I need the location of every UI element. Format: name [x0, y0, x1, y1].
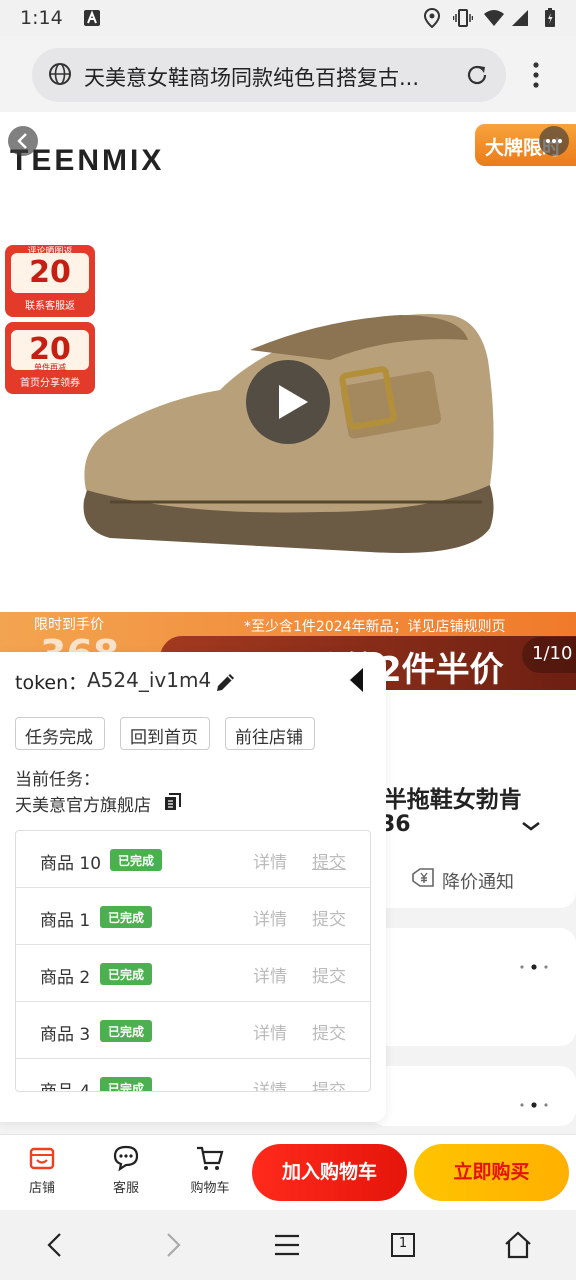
task-detail-link[interactable]: 详情	[253, 1076, 287, 1091]
info-card-2[interactable]	[370, 928, 576, 1046]
edit-icon[interactable]	[214, 670, 238, 694]
forward-icon[interactable]	[158, 1230, 188, 1260]
play-video-button[interactable]	[246, 360, 330, 444]
chevron-left-icon	[17, 133, 27, 149]
task-detail-link[interactable]: 详情	[253, 1019, 287, 1044]
task-name: 商品 3	[40, 1025, 91, 1045]
info-card-3[interactable]	[370, 1066, 576, 1126]
customer-service-button[interactable]: 客服	[94, 1143, 158, 1196]
copy-icon[interactable]	[163, 792, 183, 812]
task-complete-button[interactable]: 任务完成	[15, 717, 105, 750]
task-submit-link[interactable]: 提交	[312, 905, 346, 930]
price-tag-icon	[412, 868, 434, 887]
task-row: 商品 10 已完成 详情 提交	[16, 831, 370, 888]
token-value: A524_iv1m4	[87, 668, 212, 692]
status-time: 1:14	[20, 7, 63, 29]
status-badge: 已完成	[100, 963, 153, 985]
more-icon	[546, 139, 562, 143]
play-icon	[279, 385, 308, 419]
current-task-label: 当前任务：	[15, 770, 100, 790]
coupon1-value: 20	[11, 253, 89, 293]
back-button[interactable]	[8, 126, 38, 156]
wifi-icon	[484, 10, 504, 26]
customer-service-label: 客服	[112, 1181, 139, 1196]
task-list: 商品 10 已完成 详情 提交 商品 1 已完成 详情 提交 商品 2 已完成 …	[15, 830, 371, 1092]
price-drop-notice-label: 降价通知	[442, 872, 514, 893]
menu-icon[interactable]	[272, 1230, 302, 1260]
task-row: 商品 1 已完成 详情 提交	[16, 888, 370, 945]
task-submit-link[interactable]: 提交	[312, 1076, 346, 1091]
more-button[interactable]	[539, 126, 569, 156]
current-shop-name: 天美意官方旗舰店	[15, 796, 151, 816]
task-detail-link[interactable]: 详情	[253, 905, 287, 930]
browser-menu-icon[interactable]	[526, 60, 546, 90]
location-icon	[423, 8, 441, 28]
task-row: 商品 4 已完成 详情 提交	[16, 1059, 370, 1092]
back-icon[interactable]	[40, 1230, 70, 1260]
more-icon[interactable]	[519, 1100, 549, 1110]
token-task-panel: token： A524_iv1m4 任务完成 回到首页 前往店铺 当前任务： 天…	[0, 652, 386, 1122]
task-name: 商品 1	[40, 911, 91, 931]
app-notification-icon	[84, 10, 100, 26]
status-badge: 已完成	[110, 849, 163, 871]
chat-icon	[113, 1145, 139, 1172]
task-submit-link[interactable]: 提交	[312, 962, 346, 987]
add-to-cart-button[interactable]: 加入购物车	[252, 1144, 407, 1201]
task-detail-link[interactable]: 详情	[253, 848, 287, 873]
buy-now-button[interactable]: 立即购买	[414, 1144, 569, 1201]
cart-label: 购物车	[190, 1181, 230, 1196]
reload-icon[interactable]	[464, 62, 490, 88]
back-home-button[interactable]: 回到首页	[120, 717, 210, 750]
task-submit-link[interactable]: 提交	[312, 1019, 346, 1044]
home-icon[interactable]	[503, 1230, 533, 1260]
app-root: 1:14 天美意女鞋商场同款纯色百搭复古... TEENMIX 大牌限时 评论晒…	[0, 0, 576, 1280]
url-bar[interactable]: 天美意女鞋商场同款纯色百搭复古...	[32, 48, 506, 102]
collapse-panel-icon[interactable]	[348, 666, 364, 694]
go-to-shop-button[interactable]: 前往店铺	[225, 717, 315, 750]
task-name: 商品 4	[40, 1082, 91, 1092]
url-text[interactable]: 天美意女鞋商场同款纯色百搭复古...	[84, 62, 454, 92]
chevron-down-icon[interactable]	[520, 818, 542, 834]
shop-label: 店铺	[28, 1181, 55, 1196]
status-badge: 已完成	[100, 906, 153, 928]
status-bar: 1:14	[0, 0, 576, 36]
tabs-button[interactable]: 1	[388, 1230, 418, 1260]
token-label: token：	[15, 672, 88, 694]
battery-icon	[545, 8, 555, 27]
task-row: 商品 3 已完成 详情 提交	[16, 1002, 370, 1059]
globe-icon	[49, 63, 71, 85]
bottom-action-bar: 店铺 客服 购物车 加入购物车 立即购买	[0, 1134, 576, 1210]
cart-button[interactable]: 购物车	[178, 1143, 242, 1196]
task-submit-link[interactable]: 提交	[312, 848, 346, 873]
product-title: F半拖鞋女勃肯	[368, 787, 522, 813]
task-name: 商品 2	[40, 968, 91, 988]
status-badge: 已完成	[100, 1077, 153, 1091]
browser-nav-bar: 1	[0, 1210, 576, 1280]
cart-icon	[197, 1146, 224, 1170]
tab-count: 1	[398, 1236, 408, 1251]
status-badge: 已完成	[100, 1020, 153, 1042]
price-banner-notice: *至少含1件2024年新品；详见店铺规则页	[244, 619, 506, 635]
shop-button[interactable]: 店铺	[10, 1143, 74, 1196]
vibrate-icon	[453, 9, 473, 27]
more-icon[interactable]	[519, 962, 549, 972]
signal-icon	[512, 10, 528, 26]
task-row: 商品 2 已完成 详情 提交	[16, 945, 370, 1002]
shop-icon	[29, 1147, 55, 1170]
task-detail-link[interactable]: 详情	[253, 962, 287, 987]
price-banner-tag: 限时到手价	[34, 617, 104, 633]
task-name: 商品 10	[40, 854, 102, 874]
image-counter: 1/10	[522, 637, 576, 673]
